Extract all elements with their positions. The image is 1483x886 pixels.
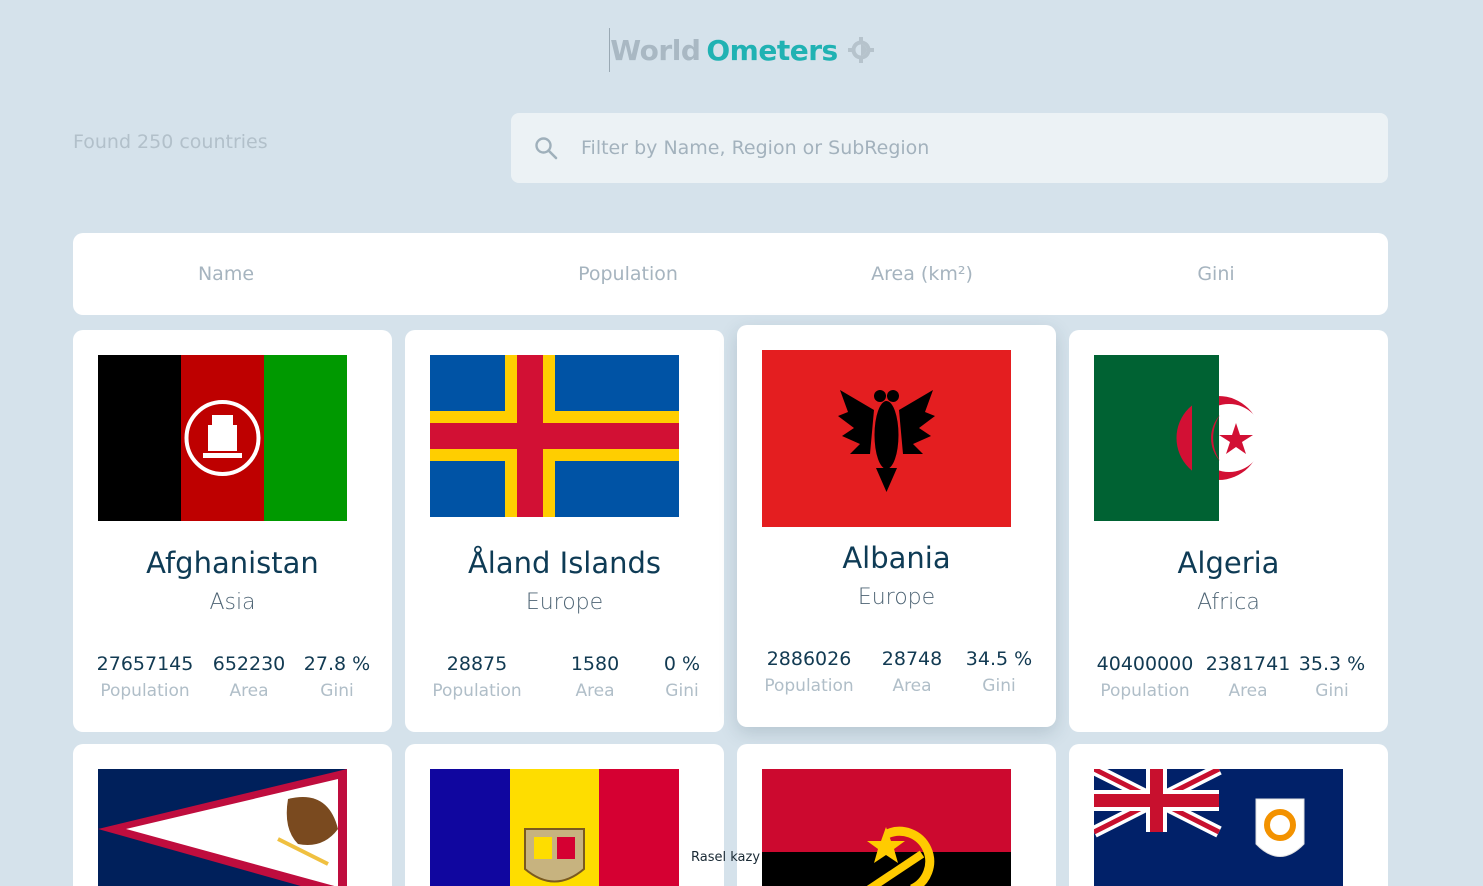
stat-area: 28748 Area	[867, 648, 957, 696]
gini-value: 34.5 %	[965, 648, 1033, 670]
area-value: 652230	[212, 653, 286, 675]
country-region: Asia	[209, 590, 256, 615]
population-label: Population	[100, 681, 190, 701]
country-card[interactable]: Afghanistan Asia 27657145 Population 652…	[73, 330, 392, 732]
country-card[interactable]	[405, 744, 724, 886]
sort-by-area[interactable]: Area (km²)	[838, 233, 1006, 315]
area-value: 1580	[570, 653, 620, 675]
stat-gini: 0 % Gini	[645, 653, 719, 701]
flag-albania	[762, 350, 1011, 527]
stat-population: 40400000 Population	[1091, 653, 1199, 701]
flag-anguilla	[1094, 769, 1343, 886]
flag-andorra	[430, 769, 679, 886]
sort-by-name[interactable]: Name	[143, 233, 309, 315]
flag-aland	[430, 355, 679, 517]
flag-angola	[762, 769, 1011, 886]
population-value: 40400000	[1096, 653, 1194, 675]
sort-by-population[interactable]: Population	[543, 233, 713, 315]
population-label: Population	[764, 676, 854, 696]
results-count: Found 250 countries	[73, 131, 268, 153]
stat-gini: 34.5 % Gini	[959, 648, 1039, 696]
sun-icon[interactable]	[847, 37, 874, 63]
country-region: Europe	[857, 585, 936, 610]
brand-text-ometers: Ometers	[706, 33, 838, 67]
country-card[interactable]	[73, 744, 392, 886]
population-value: 27657145	[96, 653, 194, 675]
gini-value: 35.3 %	[1298, 653, 1366, 675]
gini-label: Gini	[320, 681, 354, 701]
stat-population: 28875 Population	[427, 653, 527, 701]
gini-value: 27.8 %	[303, 653, 371, 675]
search-icon	[535, 137, 558, 160]
country-region: Europe	[525, 590, 604, 615]
area-label: Area	[575, 681, 615, 701]
country-name: Albania	[842, 541, 951, 575]
search-box[interactable]	[511, 113, 1388, 183]
area-value: 28748	[881, 648, 943, 670]
country-card[interactable]: Åland Islands Europe 28875 Population 15…	[405, 330, 724, 732]
stat-area: 2381741 Area	[1204, 653, 1292, 701]
country-card[interactable]	[1069, 744, 1388, 886]
area-label: Area	[892, 676, 932, 696]
country-card[interactable]: Algeria Africa 40400000 Population 23817…	[1069, 330, 1388, 732]
stat-population: 2886026 Population	[759, 648, 859, 696]
population-value: 28875	[446, 653, 508, 675]
country-name: Åland Islands	[467, 546, 662, 580]
population-value: 2886026	[766, 648, 852, 670]
brand-logo[interactable]: World Ometers	[609, 28, 874, 72]
flag-algeria	[1094, 355, 1343, 521]
country-name: Afghanistan	[146, 546, 319, 580]
area-label: Area	[1228, 681, 1268, 701]
gini-label: Gini	[665, 681, 699, 701]
flag-american-samoa	[98, 769, 347, 886]
stat-area: 652230 Area	[203, 653, 295, 701]
stat-gini: 27.8 % Gini	[298, 653, 376, 701]
sort-by-gini[interactable]: Gini	[1133, 233, 1299, 315]
flag-afghanistan	[98, 355, 347, 521]
area-value: 2381741	[1205, 653, 1291, 675]
brand-text-world: World	[610, 33, 701, 67]
stat-gini: 35.3 % Gini	[1295, 653, 1369, 701]
country-region: Africa	[1197, 590, 1260, 615]
population-label: Population	[432, 681, 522, 701]
stat-population: 27657145 Population	[95, 653, 195, 701]
header: World Ometers	[0, 26, 1483, 74]
footer-credit: Rasel kazy	[691, 850, 761, 865]
gini-label: Gini	[1315, 681, 1349, 701]
country-card[interactable]: Albania Europe 2886026 Population 28748 …	[737, 325, 1056, 727]
search-input[interactable]	[581, 137, 1361, 159]
sort-bar: Name Population Area (km²) Gini	[73, 233, 1388, 315]
area-label: Area	[229, 681, 269, 701]
country-card[interactable]	[737, 744, 1056, 886]
stat-area: 1580 Area	[550, 653, 640, 701]
gini-value: 0 %	[663, 653, 701, 675]
population-label: Population	[1100, 681, 1190, 701]
country-name: Algeria	[1177, 546, 1280, 580]
gini-label: Gini	[982, 676, 1016, 696]
